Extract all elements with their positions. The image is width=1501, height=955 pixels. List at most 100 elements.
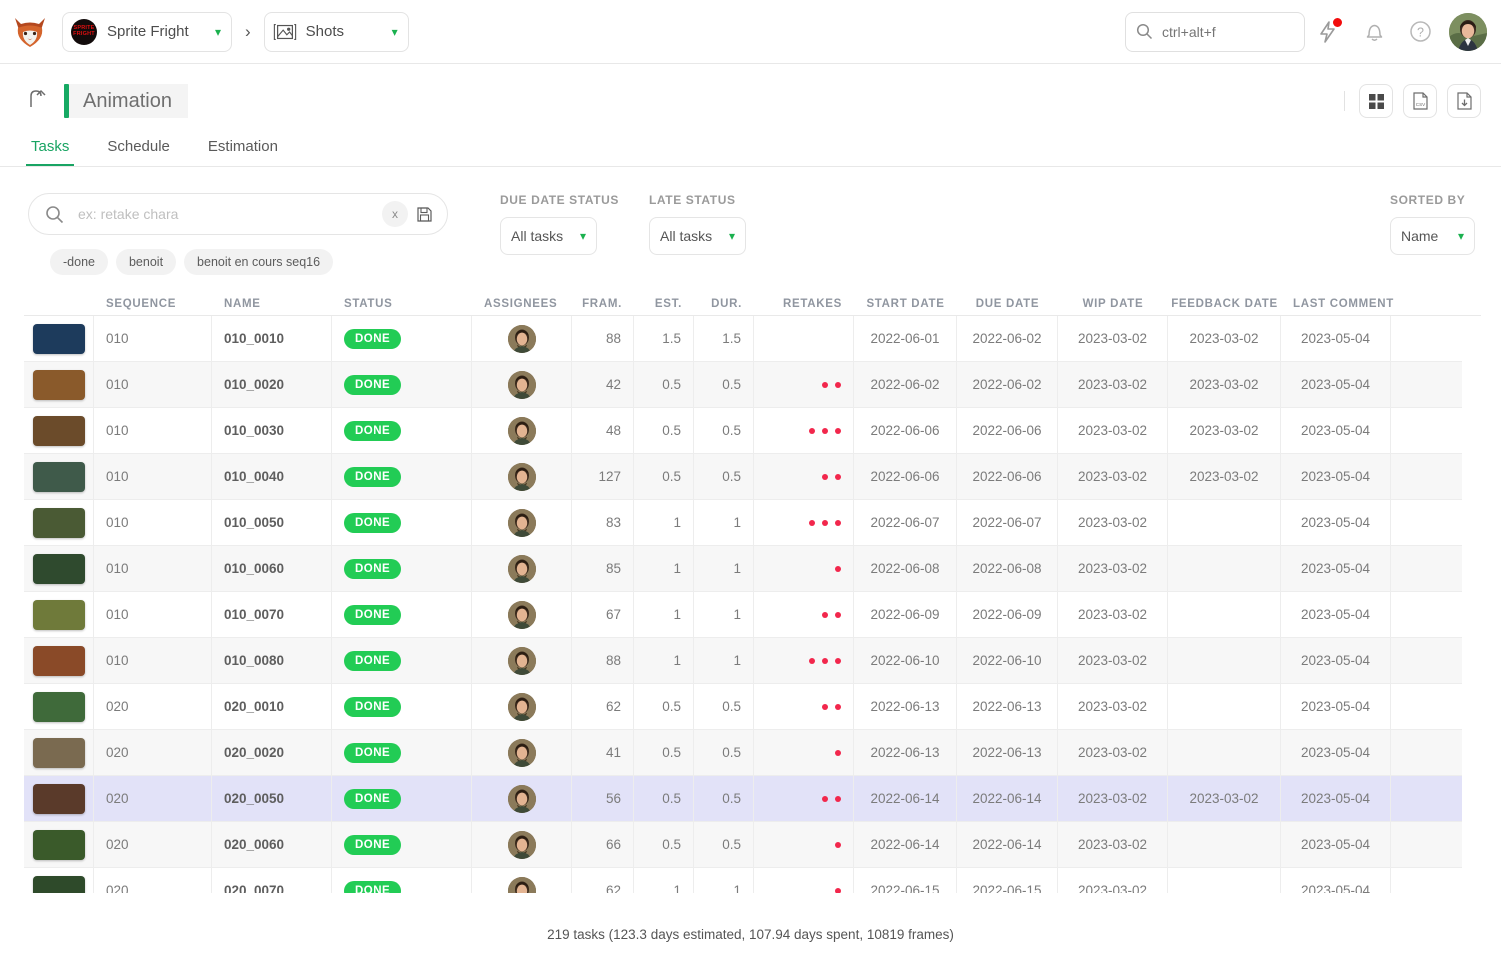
cell-name[interactable]: 020_0010 [212, 683, 332, 730]
task-search-input[interactable] [76, 205, 382, 223]
table-body-scroll[interactable]: 010 010_0010 DONE 88 1.5 1.5 2022-06-01 2022-06… [24, 315, 1481, 893]
global-search[interactable] [1125, 11, 1305, 52]
table-row[interactable]: 010 010_0050 DONE 83 1 1 2022-06-07 2022-06-07 2… [24, 499, 1462, 546]
column-feedback-date[interactable]: FEEDBACK DATE [1168, 298, 1281, 310]
sorted-by-select[interactable]: Name ▾ [1390, 217, 1475, 255]
column-estimation[interactable]: EST. [634, 298, 694, 310]
status-badge[interactable]: DONE [344, 696, 402, 717]
row-preview[interactable] [24, 499, 94, 546]
table-row[interactable]: 020 020_0020 DONE 41 0.5 0.5 2022-06-13 2022-06… [24, 729, 1462, 776]
column-assignees[interactable]: ASSIGNEES [472, 298, 572, 310]
assignee-avatar[interactable] [507, 876, 536, 893]
status-badge[interactable]: DONE [344, 558, 402, 579]
assignee-avatar[interactable] [507, 416, 536, 445]
cell-name[interactable]: 010_0080 [212, 637, 332, 684]
import-file-button[interactable] [1447, 84, 1481, 118]
assignee-avatar[interactable] [507, 554, 536, 583]
assignee-avatar[interactable] [507, 738, 536, 767]
status-badge[interactable]: DONE [344, 742, 402, 763]
cell-name[interactable]: 010_0020 [212, 361, 332, 408]
cell-name[interactable]: 010_0030 [212, 407, 332, 454]
assignee-avatar[interactable] [507, 692, 536, 721]
clear-search-button[interactable]: x [382, 201, 408, 227]
task-search[interactable]: x [28, 193, 448, 235]
late-status-select[interactable]: All tasks ▾ [649, 217, 746, 255]
entity-type-selector[interactable]: Shots ▾ [263, 11, 409, 52]
cell-name[interactable]: 020_0020 [212, 729, 332, 776]
user-avatar[interactable] [1449, 12, 1487, 51]
tab-tasks[interactable]: Tasks [26, 132, 75, 166]
table-row[interactable]: 010 010_0060 DONE 85 1 1 2022-06-08 2022-06-08 2… [24, 545, 1462, 592]
column-name[interactable]: NAME [212, 298, 332, 310]
column-retakes[interactable]: RETAKES [754, 298, 854, 310]
status-badge[interactable]: DONE [344, 880, 402, 893]
project-selector[interactable]: SPRITE FRIGHT Sprite Fright ▾ [62, 11, 232, 52]
status-badge[interactable]: DONE [344, 604, 402, 625]
cell-name[interactable]: 010_0070 [212, 591, 332, 638]
notifications-button[interactable] [1351, 9, 1397, 55]
table-row[interactable]: 020 020_0010 DONE 62 0.5 0.5 2022-06-13 2022-06… [24, 683, 1462, 730]
column-sequence[interactable]: SEQUENCE [94, 298, 212, 310]
table-row[interactable]: 020 020_0070 DONE 62 1 1 2022-06-15 2022-06-15 2… [24, 867, 1462, 893]
table-row[interactable]: 010 010_0020 DONE 42 0.5 0.5 2022-06-02 2022-06… [24, 361, 1462, 408]
save-query-button[interactable] [416, 206, 433, 223]
table-row[interactable]: 020 020_0050 DONE 56 0.5 0.5 2022-06-14 2022-06… [24, 775, 1462, 822]
status-badge[interactable]: DONE [344, 328, 402, 349]
export-csv-button[interactable]: CSV [1403, 84, 1437, 118]
cell-name[interactable]: 010_0010 [212, 316, 332, 362]
row-preview[interactable] [24, 453, 94, 500]
status-badge[interactable]: DONE [344, 834, 402, 855]
column-start-date[interactable]: START DATE [854, 298, 957, 310]
column-wip-date[interactable]: WIP DATE [1058, 298, 1168, 310]
table-row[interactable]: 010 010_0080 DONE 88 1 1 2022-06-10 2022-06-10 2… [24, 637, 1462, 684]
status-badge[interactable]: DONE [344, 788, 402, 809]
status-badge[interactable]: DONE [344, 512, 402, 533]
column-last-comment[interactable]: LAST COMMENT [1281, 298, 1393, 310]
assignee-avatar[interactable] [507, 508, 536, 537]
status-badge[interactable]: DONE [344, 650, 402, 671]
row-preview[interactable] [24, 821, 94, 868]
row-preview[interactable] [24, 545, 94, 592]
tab-schedule[interactable]: Schedule [102, 132, 175, 166]
assignee-avatar[interactable] [507, 646, 536, 675]
cell-name[interactable]: 020_0070 [212, 867, 332, 893]
activity-button[interactable] [1305, 9, 1351, 55]
due-date-status-select[interactable]: All tasks ▾ [500, 217, 597, 255]
row-preview[interactable] [24, 775, 94, 822]
cell-name[interactable]: 010_0050 [212, 499, 332, 546]
column-status[interactable]: STATUS [332, 298, 472, 310]
status-badge[interactable]: DONE [344, 466, 402, 487]
row-preview[interactable] [24, 316, 94, 362]
assignee-avatar[interactable] [507, 370, 536, 399]
status-badge[interactable]: DONE [344, 420, 402, 441]
row-preview[interactable] [24, 729, 94, 776]
table-row[interactable]: 010 010_0040 DONE 127 0.5 0.5 2022-06-06 2022-0… [24, 453, 1462, 500]
table-row[interactable]: 010 010_0070 DONE 67 1 1 2022-06-09 2022-06-09 2… [24, 591, 1462, 638]
global-search-input[interactable] [1160, 22, 1294, 41]
back-arrow-button[interactable] [26, 88, 52, 115]
cell-name[interactable]: 020_0060 [212, 821, 332, 868]
row-preview[interactable] [24, 637, 94, 684]
column-frames[interactable]: FRAM. [572, 298, 634, 310]
cell-name[interactable]: 010_0060 [212, 545, 332, 592]
cell-name[interactable]: 020_0050 [212, 775, 332, 822]
row-preview[interactable] [24, 867, 94, 893]
grid-view-button[interactable] [1359, 84, 1393, 118]
cell-name[interactable]: 010_0040 [212, 453, 332, 500]
fox-logo-icon[interactable] [10, 12, 50, 52]
row-preview[interactable] [24, 683, 94, 730]
assignee-avatar[interactable] [507, 462, 536, 491]
table-row[interactable]: 010 010_0010 DONE 88 1.5 1.5 2022-06-01 2022-06… [24, 316, 1462, 362]
filter-chip[interactable]: benoit en cours seq16 [184, 249, 334, 275]
column-due-date[interactable]: DUE DATE [957, 298, 1058, 310]
row-preview[interactable] [24, 591, 94, 638]
assignee-avatar[interactable] [507, 830, 536, 859]
tab-estimation[interactable]: Estimation [203, 132, 283, 166]
filter-chip[interactable]: benoit [115, 249, 177, 275]
assignee-avatar[interactable] [507, 324, 536, 353]
assignee-avatar[interactable] [507, 784, 536, 813]
help-button[interactable]: ? [1397, 9, 1443, 55]
status-badge[interactable]: DONE [344, 374, 402, 395]
row-preview[interactable] [24, 361, 94, 408]
filter-chip[interactable]: -done [50, 249, 108, 275]
